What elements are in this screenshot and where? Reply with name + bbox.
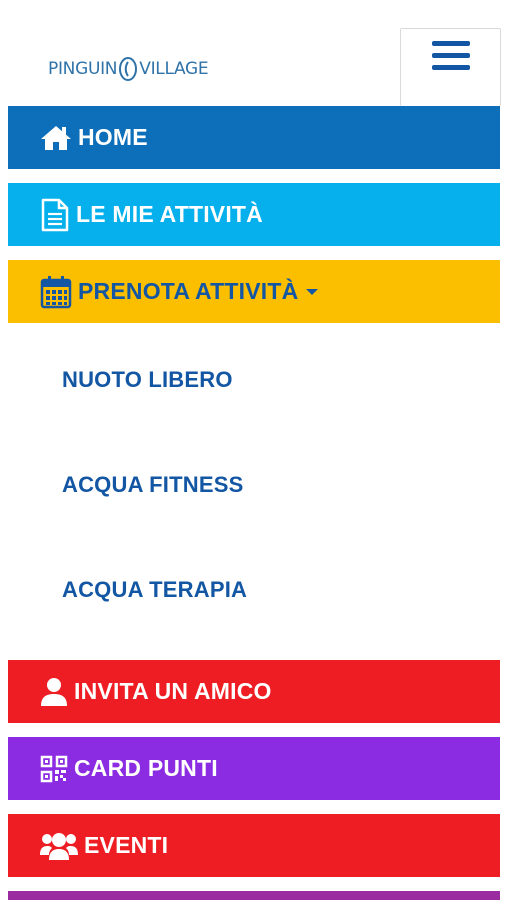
caret-down-icon	[306, 288, 319, 295]
submenu-item-nuoto-libero[interactable]: NUOTO LIBERO	[62, 360, 482, 400]
menu-toggle-button[interactable]	[400, 28, 501, 106]
submenu-item-acqua-terapia[interactable]: ACQUA TERAPIA	[62, 570, 482, 610]
menu-item-home[interactable]: HOME	[8, 106, 500, 169]
menu-item-label: HOME	[78, 124, 148, 150]
menu-item-next-partial[interactable]	[8, 891, 500, 900]
house-icon	[40, 124, 72, 152]
menu-item-le-mie-attivita[interactable]: LE MIE ATTIVITÀ	[8, 183, 500, 246]
menu-item-label: CARD PUNTI	[74, 755, 218, 781]
menu-item-prenota-attivita[interactable]: PRENOTA ATTIVITÀ	[8, 260, 500, 323]
logo-ring-icon	[118, 56, 138, 82]
document-icon	[40, 198, 70, 232]
menu-item-eventi[interactable]: EVENTI	[8, 814, 500, 877]
users-icon	[40, 831, 78, 861]
submenu-item-acqua-fitness[interactable]: ACQUA FITNESS	[62, 465, 482, 505]
logo-text-right: VILLAGE	[139, 59, 209, 79]
menu-item-card-punti[interactable]: CARD PUNTI	[8, 737, 500, 800]
logo-text-left: PINGUIN	[48, 59, 118, 79]
menu-item-label: INVITA UN AMICO	[74, 678, 272, 704]
user-icon	[40, 677, 68, 707]
calendar-icon	[40, 275, 72, 309]
brand-logo[interactable]: PINGUIN VILLAGE	[48, 54, 209, 84]
menu-item-label: EVENTI	[84, 832, 169, 858]
menu-item-label: PRENOTA ATTIVITÀ	[78, 278, 299, 304]
qrcode-icon	[40, 755, 68, 783]
menu-item-invita-un-amico[interactable]: INVITA UN AMICO	[8, 660, 500, 723]
header: PINGUIN VILLAGE	[0, 0, 507, 106]
menu-item-label: LE MIE ATTIVITÀ	[76, 201, 263, 227]
